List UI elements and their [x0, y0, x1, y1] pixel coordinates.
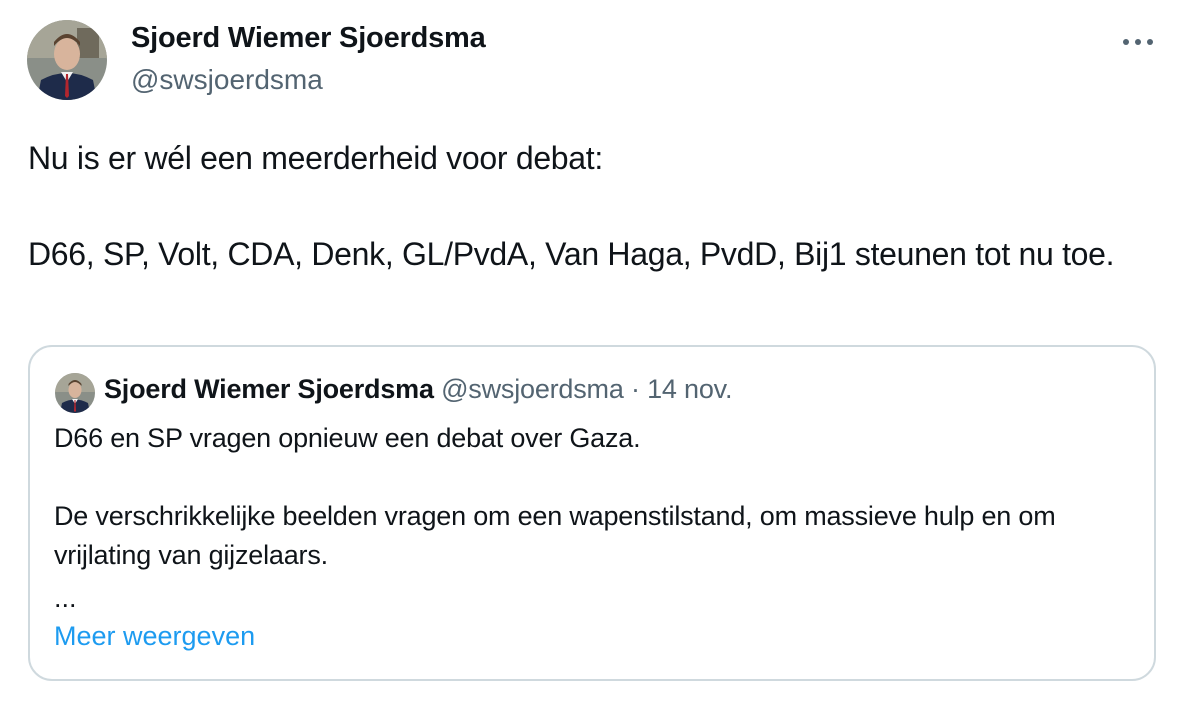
quote-text: D66 en SP vragen opnieuw een debat over …	[54, 423, 1056, 570]
quote-ellipsis: ...	[54, 583, 77, 613]
author-handle[interactable]: @swsjoerdsma	[131, 64, 323, 96]
author-avatar[interactable]	[27, 20, 107, 100]
show-more-link[interactable]: Meer weergeven	[54, 621, 255, 652]
quoted-tweet-card[interactable]: Sjoerd Wiemer Sjoerdsma @swsjoerdsma · 1…	[28, 345, 1156, 681]
quote-separator: ·	[630, 374, 640, 404]
tweet-text: Nu is er wél een meerderheid voor debat:…	[28, 140, 1115, 272]
more-horizontal-icon	[1123, 39, 1153, 45]
author-name[interactable]: Sjoerd Wiemer Sjoerdsma	[131, 22, 486, 55]
quote-author-name: Sjoerd Wiemer Sjoerdsma	[104, 374, 434, 404]
more-options-button[interactable]	[1118, 22, 1158, 62]
avatar-photo	[27, 20, 107, 100]
quote-author-avatar	[55, 373, 95, 413]
quote-author-handle: @swsjoerdsma	[441, 374, 624, 404]
avatar-photo	[55, 373, 95, 413]
quote-header: Sjoerd Wiemer Sjoerdsma @swsjoerdsma · 1…	[104, 374, 732, 405]
quote-date: 14 nov.	[647, 374, 733, 404]
